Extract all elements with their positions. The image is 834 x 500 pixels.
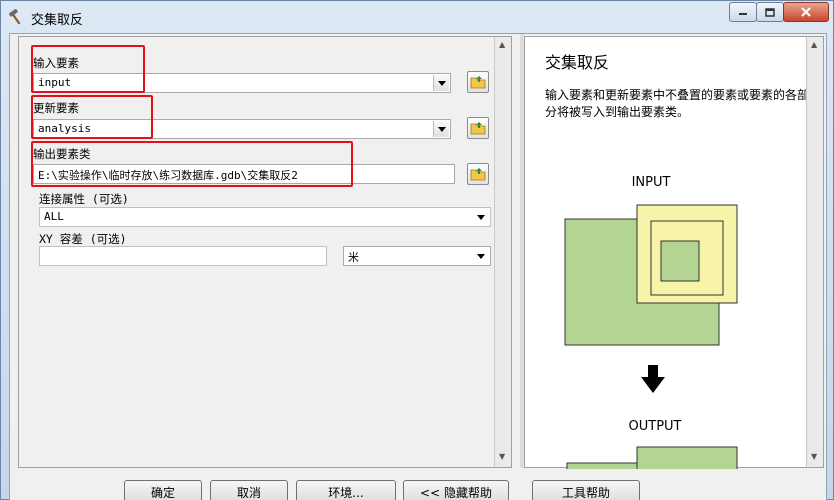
- parameters-pane: 输入要素 input 更新要素 analysis 输出要素类 E:\实验操作\临…: [18, 36, 512, 468]
- folder-icon: [470, 168, 486, 181]
- output-feature-class-browse-button[interactable]: [467, 163, 489, 185]
- diagram-output-label: OUTPUT: [628, 419, 682, 434]
- hide-help-button[interactable]: << 隐藏帮助: [403, 480, 509, 500]
- symmetric-difference-output-diagram: [566, 446, 738, 469]
- highlight-box-update: [31, 95, 153, 139]
- help-pane: 交集取反 输入要素和更新要素中不叠置的要素或要素的各部分将被写入到输出要素类。 …: [524, 36, 824, 469]
- diagram-input-label: INPUT: [631, 175, 671, 190]
- folder-icon: [470, 122, 486, 135]
- tool-help-button[interactable]: 工具帮助: [532, 480, 640, 500]
- folder-icon: [470, 76, 486, 89]
- minimize-button[interactable]: [729, 2, 757, 22]
- parameters-scrollbar[interactable]: ▲ ▼: [494, 37, 511, 467]
- xy-tolerance-unit-select[interactable]: 米: [343, 246, 491, 266]
- chevron-down-icon[interactable]: [473, 248, 489, 264]
- hammer-icon: [7, 8, 25, 26]
- maximize-icon: [765, 7, 775, 17]
- close-icon: [801, 7, 811, 17]
- dialog-window: 交集取反 输入要素 input 更新要素 analysis 输出要素类 E:\实…: [0, 0, 834, 500]
- join-attributes-value: ALL: [44, 210, 64, 223]
- highlight-box-output: [31, 141, 353, 187]
- scroll-up-icon[interactable]: ▲: [499, 40, 505, 49]
- chevron-down-icon[interactable]: [473, 209, 489, 225]
- input-features-browse-button[interactable]: [467, 71, 489, 93]
- help-title: 交集取反: [545, 53, 610, 72]
- cancel-button[interactable]: 取消: [210, 480, 288, 500]
- join-attributes-select[interactable]: ALL: [39, 207, 491, 227]
- scroll-down-icon[interactable]: ▼: [811, 452, 817, 461]
- dialog-client-area: 输入要素 input 更新要素 analysis 输出要素类 E:\实验操作\临…: [9, 33, 827, 500]
- title-bar[interactable]: 交集取反: [1, 1, 833, 33]
- button-bar: 确定 取消 环境... << 隐藏帮助 工具帮助: [10, 470, 826, 500]
- ok-button[interactable]: 确定: [124, 480, 202, 500]
- scroll-down-icon[interactable]: ▼: [499, 452, 505, 461]
- xy-tolerance-label: XY 容差 (可选): [39, 232, 127, 246]
- window-controls: [729, 2, 829, 22]
- maximize-button[interactable]: [756, 2, 784, 22]
- chevron-down-icon[interactable]: [433, 75, 449, 91]
- join-attributes-label: 连接属性 (可选): [39, 192, 129, 206]
- highlight-box-input: [31, 45, 145, 93]
- update-features-browse-button[interactable]: [467, 117, 489, 139]
- window-title: 交集取反: [31, 13, 84, 28]
- environments-button[interactable]: 环境...: [296, 480, 396, 500]
- xy-tolerance-unit-value: 米: [348, 251, 359, 264]
- scroll-up-icon[interactable]: ▲: [811, 40, 817, 49]
- help-description: 输入要素和更新要素中不叠置的要素或要素的各部分将被写入到输出要素类。: [545, 88, 810, 119]
- symmetric-difference-input-diagram: [564, 204, 738, 346]
- chevron-down-icon[interactable]: [433, 121, 449, 137]
- close-button[interactable]: [783, 2, 829, 22]
- xy-tolerance-input[interactable]: [39, 246, 327, 266]
- arrow-down-icon: [641, 365, 665, 393]
- help-scrollbar[interactable]: ▲ ▼: [806, 37, 823, 467]
- minimize-icon: [739, 13, 747, 15]
